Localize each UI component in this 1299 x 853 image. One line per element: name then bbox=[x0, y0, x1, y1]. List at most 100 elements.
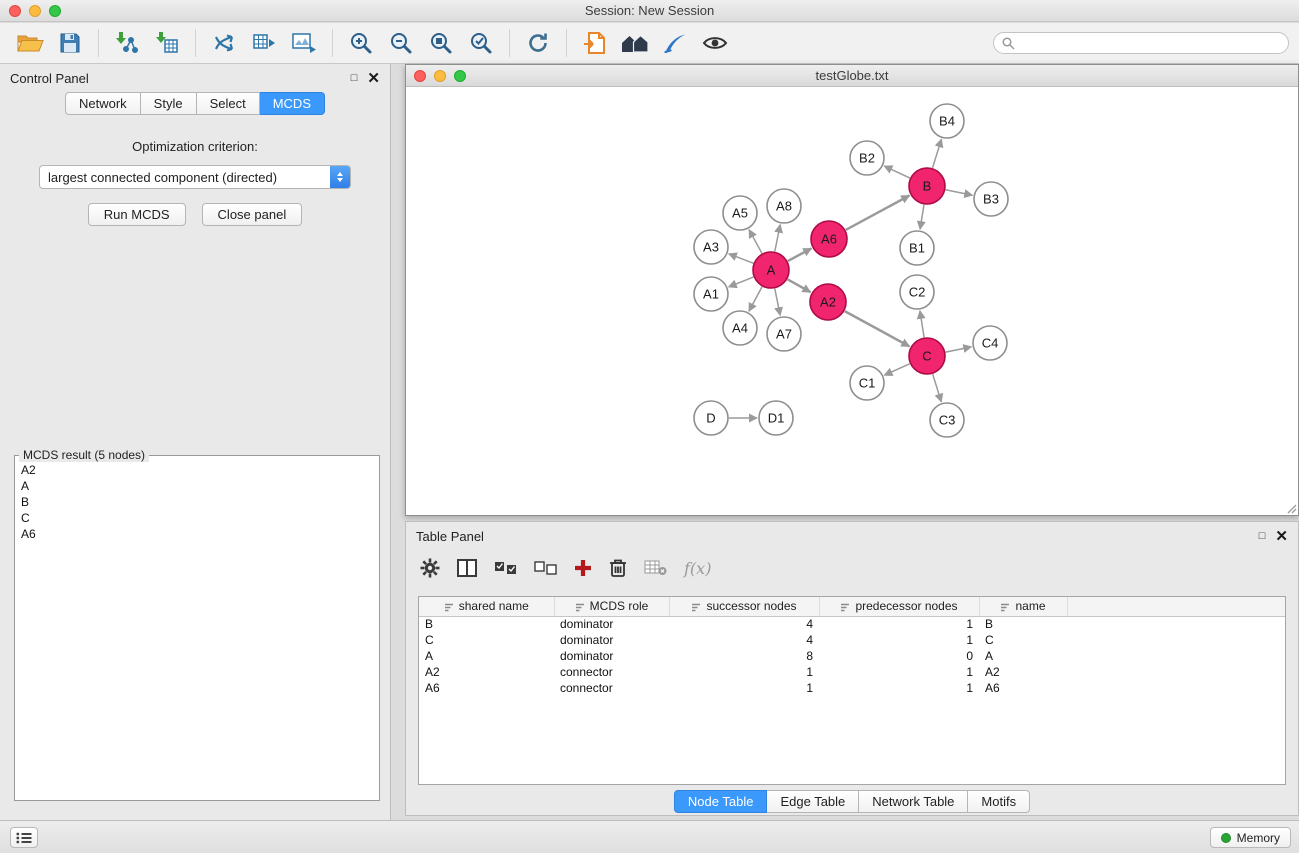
function-builder-button[interactable]: f(x) bbox=[684, 559, 711, 578]
graph-edge-B-B3[interactable] bbox=[946, 190, 973, 195]
graph-edge-C-C1[interactable] bbox=[884, 364, 909, 375]
column-header-mcds-role[interactable]: MCDS role bbox=[554, 597, 669, 616]
float-panel-icon[interactable]: □ bbox=[351, 73, 358, 84]
export-image-button[interactable] bbox=[288, 27, 320, 59]
tab-motifs[interactable]: Motifs bbox=[968, 790, 1030, 813]
table-row[interactable]: A2connector11A2 bbox=[419, 664, 1285, 680]
table-cell[interactable]: A2 bbox=[419, 664, 554, 680]
graph-node-A1[interactable]: A1 bbox=[694, 277, 728, 311]
mcds-result-item[interactable]: B bbox=[21, 494, 373, 510]
graph-node-A5[interactable]: A5 bbox=[723, 196, 757, 230]
tab-edge-table[interactable]: Edge Table bbox=[767, 790, 859, 813]
table-cell[interactable]: 8 bbox=[669, 648, 819, 664]
table-settings-button[interactable] bbox=[420, 558, 440, 578]
mcds-result-item[interactable]: A bbox=[21, 478, 373, 494]
table-cell[interactable]: 1 bbox=[819, 680, 979, 696]
memory-button[interactable]: Memory bbox=[1210, 827, 1291, 848]
table-cell[interactable]: A6 bbox=[419, 680, 554, 696]
table-cell[interactable]: A2 bbox=[979, 664, 1067, 680]
close-panel-button[interactable]: Close panel bbox=[202, 203, 303, 226]
table-cell[interactable]: dominator bbox=[554, 632, 669, 648]
delete-column-button[interactable] bbox=[609, 558, 627, 578]
table-row[interactable]: Adominator80A bbox=[419, 648, 1285, 664]
table-cell[interactable]: dominator bbox=[554, 648, 669, 664]
network-zoom-button[interactable] bbox=[454, 70, 466, 82]
tab-network-table[interactable]: Network Table bbox=[859, 790, 968, 813]
table-cell[interactable]: A bbox=[979, 648, 1067, 664]
import-table-button[interactable] bbox=[151, 27, 183, 59]
select-all-button[interactable] bbox=[494, 561, 517, 575]
zoom-in-button[interactable] bbox=[345, 27, 377, 59]
mcds-result-item[interactable]: A2 bbox=[21, 462, 373, 478]
add-column-button[interactable] bbox=[574, 559, 592, 577]
run-mcds-button[interactable]: Run MCDS bbox=[88, 203, 186, 226]
graph-edge-A-A3[interactable] bbox=[729, 254, 754, 263]
mcds-result-item[interactable]: C bbox=[21, 510, 373, 526]
graph-node-A4[interactable]: A4 bbox=[723, 311, 757, 345]
graph-node-B[interactable]: B bbox=[909, 168, 945, 204]
graph-node-D[interactable]: D bbox=[694, 401, 728, 435]
search-box[interactable] bbox=[993, 32, 1289, 54]
graph-edge-A-A7[interactable] bbox=[775, 289, 780, 316]
table-cell[interactable]: B bbox=[419, 616, 554, 632]
graph-edge-B-B4[interactable] bbox=[933, 139, 942, 168]
graph-node-D1[interactable]: D1 bbox=[759, 401, 793, 435]
graph-node-B4[interactable]: B4 bbox=[930, 104, 964, 138]
table-cell[interactable]: C bbox=[419, 632, 554, 648]
zoom-window-button[interactable] bbox=[49, 5, 61, 17]
table-cell[interactable]: 1 bbox=[669, 664, 819, 680]
table-cell[interactable]: 0 bbox=[819, 648, 979, 664]
graph-node-B3[interactable]: B3 bbox=[974, 182, 1008, 216]
table-cell[interactable]: B bbox=[979, 616, 1067, 632]
resize-grip-icon[interactable] bbox=[1285, 502, 1297, 514]
graph-node-C1[interactable]: C1 bbox=[850, 366, 884, 400]
graph-node-A8[interactable]: A8 bbox=[767, 189, 801, 223]
table-cell[interactable]: 1 bbox=[819, 664, 979, 680]
graph-edge-A6-B[interactable] bbox=[846, 196, 910, 230]
unselect-all-button[interactable] bbox=[534, 561, 557, 575]
tab-select[interactable]: Select bbox=[197, 92, 260, 115]
network-close-button[interactable] bbox=[414, 70, 426, 82]
close-window-button[interactable] bbox=[9, 5, 21, 17]
tab-network[interactable]: Network bbox=[65, 92, 141, 115]
graph-node-B2[interactable]: B2 bbox=[850, 141, 884, 175]
open-session-button[interactable] bbox=[14, 27, 46, 59]
graph-edge-B-B2[interactable] bbox=[884, 166, 910, 178]
tab-style[interactable]: Style bbox=[141, 92, 197, 115]
minimize-window-button[interactable] bbox=[29, 5, 41, 17]
zoom-selected-button[interactable] bbox=[465, 27, 497, 59]
home-network-button[interactable] bbox=[619, 27, 651, 59]
graph-edge-A-A4[interactable] bbox=[749, 287, 762, 311]
graph-edge-C-C2[interactable] bbox=[920, 311, 924, 337]
graph-edge-A-A5[interactable] bbox=[749, 230, 762, 254]
graph-node-A3[interactable]: A3 bbox=[694, 230, 728, 264]
graph-edge-C-C4[interactable] bbox=[946, 347, 972, 352]
save-session-button[interactable] bbox=[54, 27, 86, 59]
graph-node-A[interactable]: A bbox=[753, 252, 789, 288]
close-panel-icon[interactable]: ✕ bbox=[367, 72, 380, 85]
show-columns-button[interactable] bbox=[457, 559, 477, 577]
graph-node-B1[interactable]: B1 bbox=[900, 231, 934, 265]
export-table-button[interactable] bbox=[248, 27, 280, 59]
network-minimize-button[interactable] bbox=[434, 70, 446, 82]
close-table-panel-icon[interactable]: ✕ bbox=[1275, 530, 1288, 543]
graph-node-C2[interactable]: C2 bbox=[900, 275, 934, 309]
table-cell[interactable]: C bbox=[979, 632, 1067, 648]
network-graph-canvas[interactable]: B4B2BB3A5A8A6A3B1AC2A1A2A4A7C4CC1C3DD1 bbox=[406, 87, 1298, 515]
export-network-button[interactable] bbox=[208, 27, 240, 59]
table-row[interactable]: Cdominator41C bbox=[419, 632, 1285, 648]
table-cell[interactable]: 4 bbox=[669, 616, 819, 632]
table-cell[interactable]: A bbox=[419, 648, 554, 664]
network-window-titlebar[interactable]: testGlobe.txt bbox=[406, 65, 1298, 87]
refresh-button[interactable] bbox=[522, 27, 554, 59]
optimization-criterion-dropdown[interactable]: largest connected component (directed) bbox=[39, 165, 351, 189]
table-cell[interactable]: connector bbox=[554, 664, 669, 680]
graph-edge-A-A2[interactable] bbox=[788, 279, 811, 292]
zoom-out-button[interactable] bbox=[385, 27, 417, 59]
table-cell[interactable]: 4 bbox=[669, 632, 819, 648]
graph-node-A6[interactable]: A6 bbox=[811, 221, 847, 257]
column-header-shared-name[interactable]: shared name bbox=[419, 597, 554, 616]
table-cell[interactable]: 1 bbox=[669, 680, 819, 696]
graph-edge-C-C3[interactable] bbox=[933, 374, 942, 402]
document-export-button[interactable] bbox=[579, 27, 611, 59]
